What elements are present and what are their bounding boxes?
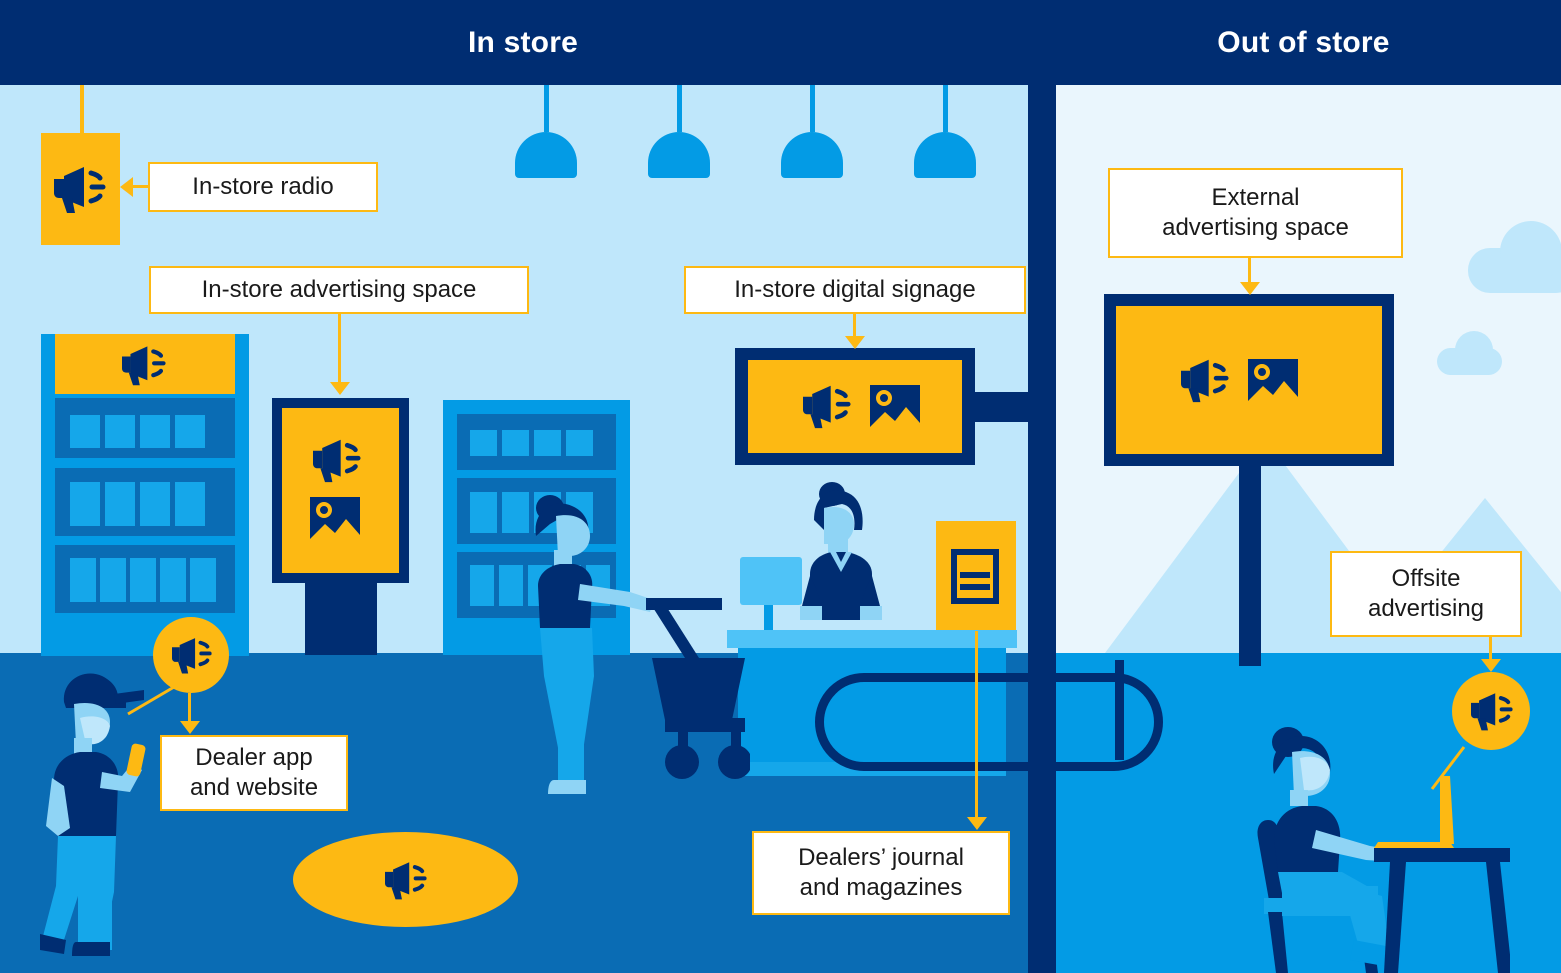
lamp-cord-4 <box>943 85 948 132</box>
megaphone-icon <box>803 385 851 429</box>
offsite-badge-leader-line <box>1430 746 1466 790</box>
connector-dealers-journal <box>975 631 978 817</box>
shelf-product <box>470 430 497 456</box>
billboard-screen[interactable] <box>1116 306 1382 454</box>
callout-offsite-advertising-line1: Offsite <box>1391 565 1461 592</box>
digital-signage-screen[interactable] <box>748 360 962 453</box>
picture-icon <box>870 385 920 427</box>
floor-decal <box>293 832 518 927</box>
callout-dealer-app-line1: Dealer app <box>195 744 313 771</box>
shopper-with-cart-figure <box>520 480 750 800</box>
megaphone-icon <box>313 439 361 483</box>
megaphone-icon <box>172 638 212 674</box>
callout-external-advertising-line2: advertising space <box>1162 214 1349 241</box>
arrowhead-dealer-app <box>180 721 200 734</box>
pos-terminal-stand <box>764 605 773 631</box>
callout-dealer-app-line2: and website <box>189 774 319 801</box>
shelf-product <box>470 492 497 533</box>
document-line <box>960 584 990 590</box>
shelf-product <box>70 558 96 602</box>
header-title-out-of-store: Out of store <box>1217 26 1390 59</box>
document-line <box>960 572 990 578</box>
arrowhead-in-store-advertising <box>330 382 350 395</box>
callout-in-store-advertising-label: In-store advertising space <box>201 276 477 303</box>
shelf-product <box>175 415 205 448</box>
callout-dealer-app-website[interactable]: Dealer app and website <box>160 735 348 811</box>
shelf-product <box>140 415 170 448</box>
offsite-advertising-badge <box>1452 672 1530 750</box>
shelf-product <box>566 430 593 456</box>
picture-icon <box>310 497 360 539</box>
shelf-product <box>70 482 100 526</box>
megaphone-icon <box>1181 359 1229 403</box>
connector-in-store-advertising <box>338 314 341 382</box>
connector-digital-signage <box>853 314 856 336</box>
billboard-post <box>1239 466 1261 666</box>
callout-external-advertising-line1: External <box>1211 184 1300 211</box>
connector-external-advertising <box>1248 258 1251 282</box>
signage-mount-arm <box>972 392 1034 422</box>
callout-dealers-journal-line2: and magazines <box>799 874 963 901</box>
shelf-header-ad-left <box>55 334 235 394</box>
arrowhead-offsite-advertising <box>1481 659 1501 672</box>
header-bar: In store Out of store <box>0 0 1561 85</box>
shelf-product <box>175 482 205 526</box>
callout-dealers-journal[interactable]: Dealers’ journal and magazines <box>752 831 1010 915</box>
shelf-product <box>160 558 186 602</box>
shelf-product <box>502 430 529 456</box>
megaphone-icon <box>54 167 106 213</box>
megaphone-icon <box>122 346 166 386</box>
callout-in-store-advertising[interactable]: In-store advertising space <box>149 266 529 314</box>
picture-icon <box>1248 359 1298 401</box>
header-title-in-store: In store <box>468 26 578 59</box>
callout-in-store-digital-signage-label: In-store digital signage <box>734 276 976 303</box>
in-store-radio-speaker <box>41 133 120 245</box>
shelf-product <box>70 415 100 448</box>
store-divider <box>1028 85 1056 973</box>
connector-in-store-radio <box>133 185 150 188</box>
shelf-product <box>100 558 126 602</box>
callout-dealers-journal-line1: Dealers’ journal <box>798 844 964 871</box>
connector-dealer-app <box>188 693 191 721</box>
callout-external-advertising[interactable]: External advertising space <box>1108 168 1403 258</box>
lamp-cord-3 <box>810 85 815 132</box>
shelf-product <box>190 558 216 602</box>
callout-in-store-radio[interactable]: In-store radio <box>148 162 378 212</box>
checkout-counter-top <box>727 630 1017 648</box>
shelf-product <box>105 482 135 526</box>
cloud-small <box>1437 331 1502 375</box>
lamp-cord-2 <box>677 85 682 132</box>
shelf-product <box>130 558 156 602</box>
callout-in-store-digital-signage[interactable]: In-store digital signage <box>684 266 1026 314</box>
shelf-product <box>140 482 170 526</box>
callout-in-store-radio-label: In-store radio <box>192 173 334 200</box>
advertising-kiosk-screen[interactable] <box>282 408 399 573</box>
megaphone-icon <box>385 862 427 900</box>
shelf-product <box>470 565 494 606</box>
cloud-large <box>1468 221 1561 293</box>
arrowhead-digital-signage <box>845 336 865 349</box>
shelf-product <box>534 430 561 456</box>
arrowhead-dealers-journal <box>967 817 987 830</box>
callout-offsite-advertising-line2: advertising <box>1367 595 1485 622</box>
shelf-product <box>105 415 135 448</box>
queue-rail-bar <box>1075 660 1124 760</box>
callout-offsite-advertising[interactable]: Offsite advertising <box>1330 551 1522 637</box>
advertising-kiosk-post <box>305 583 377 655</box>
connector-offsite-advertising <box>1489 637 1492 659</box>
megaphone-icon <box>1471 693 1513 731</box>
lamp-cord-1 <box>544 85 549 132</box>
arrowhead-in-store-radio <box>120 177 133 197</box>
infographic-canvas: In store Out of store In-store radio In-… <box>0 0 1561 973</box>
arrowhead-external-advertising <box>1240 282 1260 295</box>
radio-hanging-cord <box>80 85 84 133</box>
